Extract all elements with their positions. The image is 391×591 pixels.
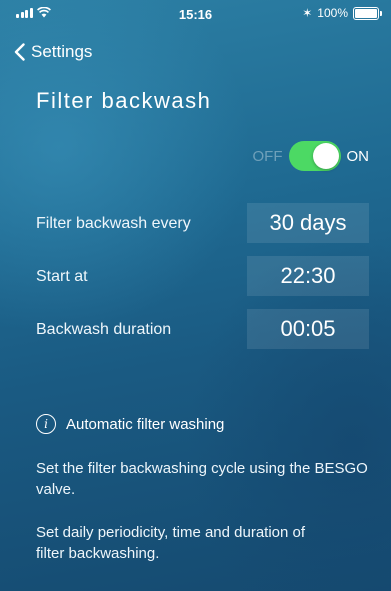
toggle-on-label: ON [346, 147, 370, 165]
page-title: Filter backwash [36, 88, 212, 113]
screen: 15:16 ✶ 100% Settings Filter backwash OF… [0, 0, 391, 591]
info-paragraph-cycle: Set the filter backwashing cycle using t… [36, 460, 368, 498]
setting-row-start: Start at 22:30 [36, 256, 369, 296]
battery-icon [353, 6, 382, 20]
toggle-knob [312, 143, 339, 169]
bluetooth-icon: ✶ [302, 6, 313, 20]
backwash-toggle-row: OFF ON [252, 141, 370, 171]
status-right: ✶ 100% [302, 6, 382, 20]
back-button[interactable]: Settings [14, 42, 92, 62]
battery-percent: 100% [317, 6, 348, 20]
toggle-off-label: OFF [252, 147, 283, 165]
interval-label: Filter backwash every [36, 215, 191, 232]
duration-label: Backwash duration [36, 321, 172, 338]
status-bar: 15:16 ✶ 100% [0, 0, 391, 28]
duration-value-field[interactable]: 00:05 [247, 309, 369, 349]
info-paragraph-periodicity: Set daily periodicity, time and duration… [36, 524, 306, 562]
info-icon: i [36, 414, 56, 434]
chevron-left-icon [14, 43, 25, 61]
interval-value-field[interactable]: 30 days [247, 203, 369, 243]
info-heading: Automatic filter washing [66, 415, 225, 433]
start-time-value-field[interactable]: 22:30 [247, 256, 369, 296]
setting-row-duration: Backwash duration 00:05 [36, 309, 369, 349]
info-heading-row: i Automatic filter washing [36, 414, 224, 434]
backwash-toggle[interactable] [288, 141, 341, 171]
back-button-label: Settings [31, 42, 93, 61]
setting-row-interval: Filter backwash every 30 days [36, 203, 369, 243]
start-time-label: Start at [36, 268, 88, 285]
